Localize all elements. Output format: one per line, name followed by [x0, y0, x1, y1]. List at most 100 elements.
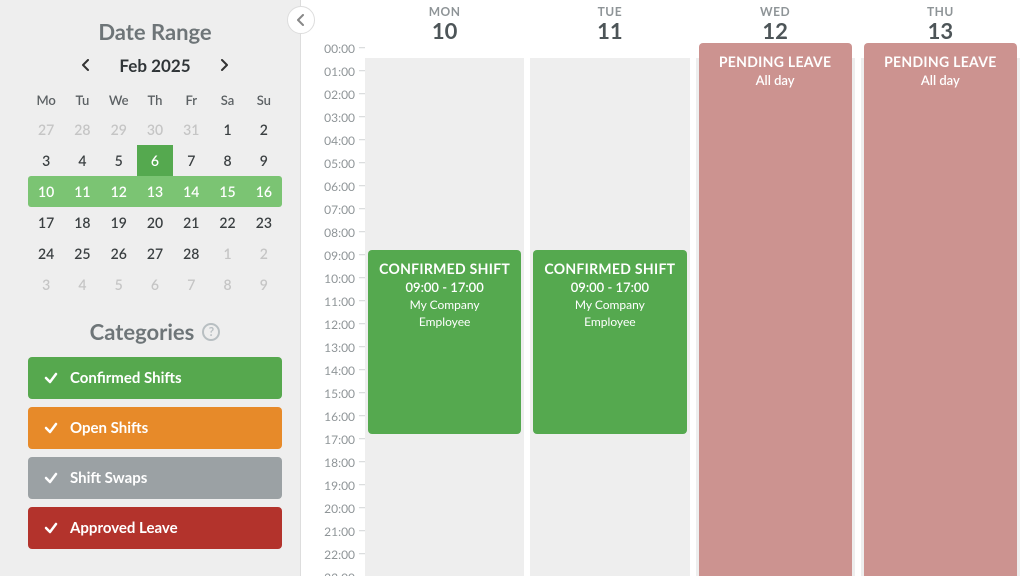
- calendar-day[interactable]: 3: [28, 145, 64, 176]
- category-toggle-orange[interactable]: Open Shifts: [28, 407, 282, 449]
- event-rose[interactable]: PENDING LEAVEAll day: [864, 43, 1017, 576]
- hour-label: 01:00: [301, 66, 365, 89]
- weekday-header: Fr: [173, 86, 209, 114]
- hour-label: 12:00: [301, 319, 365, 342]
- calendar-day[interactable]: 5: [101, 269, 137, 300]
- calendar-day[interactable]: 16: [246, 176, 282, 207]
- calendar-day[interactable]: 27: [137, 238, 173, 269]
- weekday-header: Sa: [209, 86, 245, 114]
- calendar-day[interactable]: 21: [173, 207, 209, 238]
- category-toggle-green[interactable]: Confirmed Shifts: [28, 357, 282, 399]
- calendar-day[interactable]: 25: [64, 238, 100, 269]
- weekday-header: Th: [137, 86, 173, 114]
- calendar-day[interactable]: 10: [28, 176, 64, 207]
- day-body[interactable]: PENDING LEAVEAll day: [696, 43, 855, 576]
- category-toggle-red[interactable]: Approved Leave: [28, 507, 282, 549]
- weekday-header: We: [101, 86, 137, 114]
- day-columns: MON10CONFIRMED SHIFT09:00 - 17:00My Comp…: [365, 0, 1024, 576]
- calendar-day[interactable]: 28: [64, 114, 100, 145]
- calendar-day[interactable]: 1: [209, 114, 245, 145]
- event-line: Employee: [374, 314, 515, 329]
- calendar-day[interactable]: 14: [173, 176, 209, 207]
- hour-label: 08:00: [301, 227, 365, 250]
- month-nav: Feb 2025: [28, 53, 282, 78]
- hour-label: 17:00: [301, 434, 365, 457]
- category-toggle-gray[interactable]: Shift Swaps: [28, 457, 282, 499]
- calendar-day[interactable]: 30: [137, 114, 173, 145]
- calendar-day[interactable]: 19: [101, 207, 137, 238]
- calendar-day[interactable]: 28: [173, 238, 209, 269]
- hour-label: 21:00: [301, 526, 365, 549]
- day-column: THU13PENDING LEAVEAll day: [861, 0, 1020, 576]
- calendar-day[interactable]: 27: [28, 114, 64, 145]
- calendar-day[interactable]: 5: [101, 145, 137, 176]
- event-title: PENDING LEAVE: [870, 53, 1011, 70]
- event-title: CONFIRMED SHIFT: [374, 260, 515, 277]
- calendar-day[interactable]: 24: [28, 238, 64, 269]
- collapse-sidebar-button[interactable]: [287, 6, 315, 34]
- hour-label: 14:00: [301, 365, 365, 388]
- calendar-day[interactable]: 7: [173, 269, 209, 300]
- calendar-day[interactable]: 12: [101, 176, 137, 207]
- calendar-day[interactable]: 3: [28, 269, 64, 300]
- hour-label: 03:00: [301, 112, 365, 135]
- hour-label: 18:00: [301, 457, 365, 480]
- event-green[interactable]: CONFIRMED SHIFT09:00 - 17:00My CompanyEm…: [368, 250, 521, 434]
- calendar-day[interactable]: 15: [209, 176, 245, 207]
- weekday-header: Tu: [64, 86, 100, 114]
- calendar-day[interactable]: 2: [246, 238, 282, 269]
- calendar-main: 00:0001:0002:0003:0004:0005:0006:0007:00…: [300, 0, 1024, 576]
- calendar-day[interactable]: 6: [137, 145, 173, 176]
- event-subtitle: 09:00 - 17:00: [539, 279, 680, 295]
- hour-label: 16:00: [301, 411, 365, 434]
- calendar-day[interactable]: 9: [246, 145, 282, 176]
- calendar-day[interactable]: 8: [209, 145, 245, 176]
- hour-label: 04:00: [301, 135, 365, 158]
- calendar-day[interactable]: 7: [173, 145, 209, 176]
- calendar-day[interactable]: 2: [246, 114, 282, 145]
- calendar-day[interactable]: 9: [246, 269, 282, 300]
- hour-label: 19:00: [301, 480, 365, 503]
- calendar-day[interactable]: 22: [209, 207, 245, 238]
- calendar-day[interactable]: 4: [64, 145, 100, 176]
- hour-label: 02:00: [301, 89, 365, 112]
- category-label: Approved Leave: [70, 519, 178, 537]
- calendar-day[interactable]: 6: [137, 269, 173, 300]
- calendar-day[interactable]: 11: [64, 176, 100, 207]
- mini-calendar[interactable]: MoTuWeThFrSaSu 2728293031123456789101112…: [28, 86, 282, 300]
- category-label: Open Shifts: [70, 419, 148, 437]
- chevron-left-icon: [81, 59, 91, 71]
- next-month-button[interactable]: [213, 53, 235, 78]
- calendar-day[interactable]: 23: [246, 207, 282, 238]
- calendar-day[interactable]: 1: [209, 238, 245, 269]
- help-icon[interactable]: ?: [202, 323, 220, 341]
- calendar-day[interactable]: 8: [209, 269, 245, 300]
- calendar-day[interactable]: 18: [64, 207, 100, 238]
- event-green[interactable]: CONFIRMED SHIFT09:00 - 17:00My CompanyEm…: [533, 250, 686, 434]
- hour-label: 23:00: [301, 572, 365, 576]
- hour-label: 06:00: [301, 181, 365, 204]
- hour-label: 10:00: [301, 273, 365, 296]
- day-number: 12: [696, 17, 855, 44]
- day-body[interactable]: PENDING LEAVEAll day: [861, 43, 1020, 576]
- calendar-day[interactable]: 20: [137, 207, 173, 238]
- calendar-day[interactable]: 17: [28, 207, 64, 238]
- weekday-header: Mo: [28, 86, 64, 114]
- hour-label: 07:00: [301, 204, 365, 227]
- event-line: Employee: [539, 314, 680, 329]
- calendar-day[interactable]: 29: [101, 114, 137, 145]
- hour-label: 20:00: [301, 503, 365, 526]
- day-body[interactable]: CONFIRMED SHIFT09:00 - 17:00My CompanyEm…: [530, 43, 689, 576]
- day-column: TUE11CONFIRMED SHIFT09:00 - 17:00My Comp…: [530, 0, 689, 576]
- prev-month-button[interactable]: [75, 53, 97, 78]
- day-body[interactable]: CONFIRMED SHIFT09:00 - 17:00My CompanyEm…: [365, 43, 524, 576]
- date-range-title: Date Range: [28, 18, 282, 45]
- calendar-day[interactable]: 31: [173, 114, 209, 145]
- chevron-left-icon: [296, 14, 306, 26]
- event-rose[interactable]: PENDING LEAVEAll day: [699, 43, 852, 576]
- calendar-day[interactable]: 4: [64, 269, 100, 300]
- hour-label: 11:00: [301, 296, 365, 319]
- category-label: Shift Swaps: [70, 469, 147, 487]
- calendar-day[interactable]: 13: [137, 176, 173, 207]
- calendar-day[interactable]: 26: [101, 238, 137, 269]
